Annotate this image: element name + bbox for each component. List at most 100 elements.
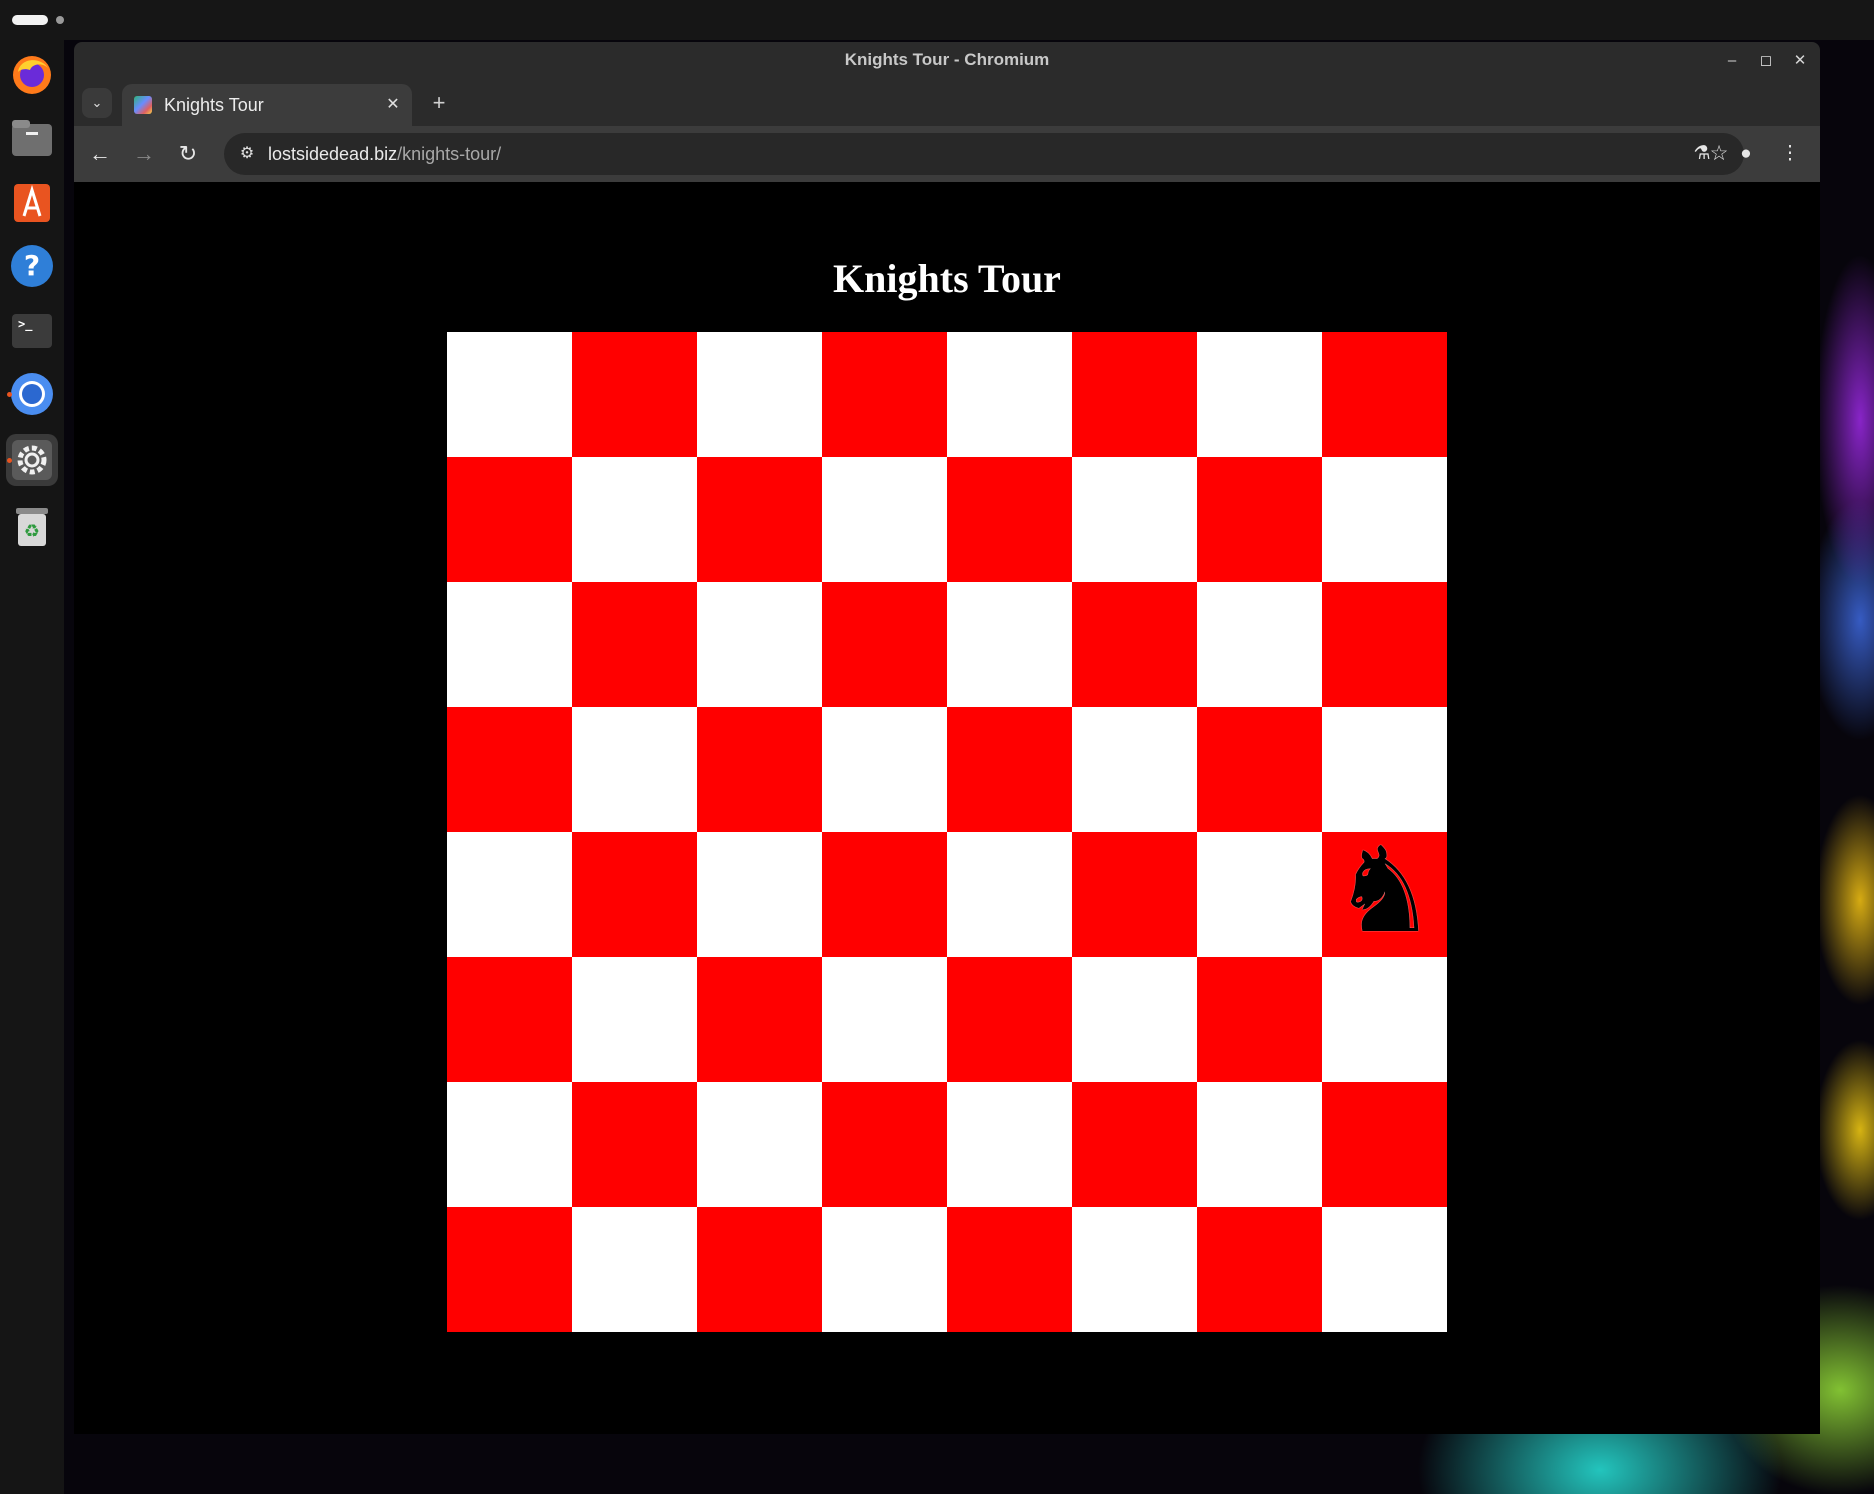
board-square[interactable] — [697, 707, 822, 832]
board-square[interactable] — [947, 832, 1072, 957]
board-square[interactable] — [697, 957, 822, 1082]
board-square[interactable] — [572, 332, 697, 457]
board-square[interactable] — [1322, 1207, 1447, 1332]
board-square[interactable] — [1072, 332, 1197, 457]
board-square[interactable] — [822, 832, 947, 957]
url-path: /knights-tour/ — [397, 144, 502, 164]
board-square[interactable] — [822, 457, 947, 582]
back-button[interactable]: ← — [84, 138, 116, 170]
activities-indicator[interactable] — [12, 15, 48, 25]
board-square[interactable] — [1197, 832, 1322, 957]
board-square[interactable] — [947, 707, 1072, 832]
board-square[interactable] — [697, 457, 822, 582]
board-square[interactable] — [447, 1082, 572, 1207]
board-square[interactable] — [1197, 957, 1322, 1082]
board-square[interactable] — [1072, 1207, 1197, 1332]
tab-knights-tour[interactable]: Knights Tour ✕ — [122, 84, 412, 126]
board-square[interactable] — [447, 707, 572, 832]
board-square[interactable] — [1072, 957, 1197, 1082]
labs-flask-icon[interactable]: ⚗ — [1686, 138, 1718, 170]
svg-text:?: ? — [24, 249, 40, 282]
tab-search-button[interactable]: ⌄ — [82, 88, 112, 118]
minimize-button[interactable]: – — [1720, 49, 1744, 73]
board-square[interactable] — [447, 582, 572, 707]
board-square[interactable] — [1197, 582, 1322, 707]
board-square[interactable] — [572, 1082, 697, 1207]
tab-close-icon[interactable]: ✕ — [382, 94, 404, 116]
board-square[interactable] — [1322, 457, 1447, 582]
board-square[interactable] — [572, 957, 697, 1082]
workspace-dot[interactable] — [56, 16, 64, 24]
board-square[interactable] — [572, 1207, 697, 1332]
forward-button[interactable]: → — [128, 138, 160, 170]
running-indicator — [7, 392, 12, 397]
board-square[interactable] — [447, 332, 572, 457]
board-square[interactable] — [822, 707, 947, 832]
files-icon — [10, 116, 54, 160]
board-square[interactable] — [1072, 832, 1197, 957]
board-square[interactable] — [697, 1082, 822, 1207]
board-square[interactable] — [697, 332, 822, 457]
dock-chromium[interactable] — [6, 368, 58, 420]
title-bar: Knights Tour - Chromium – ◻ ✕ — [74, 42, 1820, 80]
new-tab-button[interactable]: + — [424, 88, 454, 118]
board-square[interactable] — [447, 457, 572, 582]
profile-icon[interactable]: ● — [1730, 138, 1762, 170]
board-square[interactable] — [572, 832, 697, 957]
board-square[interactable] — [1197, 457, 1322, 582]
tab-strip: ⌄ Knights Tour ✕ + — [74, 80, 1820, 126]
address-bar[interactable]: ⚙ lostsidedead.biz/knights-tour/ ☆ — [224, 133, 1744, 175]
board-square[interactable] — [572, 707, 697, 832]
board-square[interactable] — [447, 832, 572, 957]
svg-text:♻: ♻ — [24, 521, 40, 542]
board-square[interactable] — [1322, 707, 1447, 832]
top-bar — [0, 0, 1874, 40]
board-square[interactable] — [1322, 582, 1447, 707]
board-square[interactable] — [822, 582, 947, 707]
board-square[interactable] — [947, 1082, 1072, 1207]
board-square[interactable]: ♞ — [1322, 831, 1447, 957]
menu-kebab-icon[interactable]: ⋮ — [1774, 138, 1806, 170]
board-square[interactable] — [1322, 332, 1447, 457]
board-square[interactable] — [697, 832, 822, 957]
board-square[interactable] — [947, 457, 1072, 582]
board-square[interactable] — [822, 1207, 947, 1332]
dock-terminal[interactable]: >_ — [6, 304, 58, 356]
dock-firefox[interactable] — [6, 48, 58, 100]
dock-settings[interactable] — [6, 434, 58, 486]
board-square[interactable] — [697, 1207, 822, 1332]
board-square[interactable] — [822, 1082, 947, 1207]
board-square[interactable] — [1072, 582, 1197, 707]
board-square[interactable] — [947, 957, 1072, 1082]
settings-icon — [10, 438, 54, 482]
close-window-button[interactable]: ✕ — [1788, 49, 1812, 73]
board-square[interactable] — [947, 332, 1072, 457]
board-square[interactable] — [1197, 1207, 1322, 1332]
board-square[interactable] — [697, 582, 822, 707]
board-square[interactable] — [822, 957, 947, 1082]
dock-trash[interactable]: ♻ — [6, 500, 58, 552]
url-text[interactable]: lostsidedead.biz/knights-tour/ — [268, 133, 501, 175]
board-square[interactable] — [947, 1207, 1072, 1332]
board-square[interactable] — [1072, 457, 1197, 582]
board-square[interactable] — [1197, 707, 1322, 832]
board-square[interactable] — [1197, 332, 1322, 457]
board-square[interactable] — [822, 332, 947, 457]
maximize-button[interactable]: ◻ — [1754, 49, 1778, 73]
board-square[interactable] — [947, 582, 1072, 707]
board-square[interactable] — [1072, 707, 1197, 832]
site-info-icon[interactable]: ⚙ — [234, 141, 260, 167]
board-square[interactable] — [1197, 1082, 1322, 1207]
board-square[interactable] — [572, 582, 697, 707]
dock-files[interactable] — [6, 112, 58, 164]
reload-button[interactable]: ↻ — [172, 138, 204, 170]
board-square[interactable] — [447, 957, 572, 1082]
dock-app-center[interactable] — [6, 176, 58, 228]
dock-help[interactable]: ? — [6, 240, 58, 292]
knight-piece-icon[interactable]: ♞ — [1332, 831, 1438, 949]
board-square[interactable] — [1322, 957, 1447, 1082]
board-square[interactable] — [447, 1207, 572, 1332]
board-square[interactable] — [572, 457, 697, 582]
board-square[interactable] — [1322, 1082, 1447, 1207]
board-square[interactable] — [1072, 1082, 1197, 1207]
